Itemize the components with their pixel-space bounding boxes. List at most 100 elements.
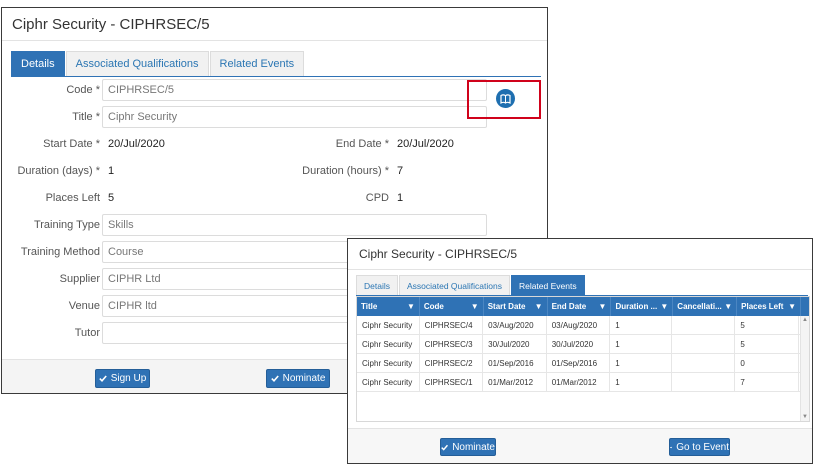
training-type-label: Training Type <box>33 219 100 231</box>
nominate-label: Nominate <box>282 373 326 384</box>
tab-related-events[interactable]: Related Events <box>209 51 305 76</box>
cell-places-left: 0 <box>735 354 799 372</box>
supplier-label: Supplier <box>59 273 100 285</box>
cell-places-left: 7 <box>735 373 799 391</box>
related-events-grid: Title ▼ Code ▼ Start Date ▼ End Date ▼ Durat… <box>356 296 810 422</box>
filter-icon[interactable]: ▼ <box>471 302 479 311</box>
column-header-title[interactable]: Title ▼ <box>357 297 420 316</box>
window-title: Ciphr Security - CIPHRSEC/5 <box>2 8 547 41</box>
filter-icon[interactable]: ▼ <box>599 302 607 311</box>
sign-up-button[interactable]: Sign Up <box>95 369 150 388</box>
training-method-label: Training Method <box>20 246 100 258</box>
check-icon <box>441 444 449 451</box>
end-date-label: End Date * <box>335 138 389 150</box>
cell-title: Ciphr Security <box>357 335 420 353</box>
cell-code: CIPHRSEC/2 <box>420 354 484 372</box>
cell-duration: 1 <box>610 373 672 391</box>
end-date-value: 20/Jul/2020 <box>397 138 454 150</box>
tab-bar: Details Associated Qualifications Relate… <box>11 51 305 76</box>
duration-days-value: 1 <box>108 165 115 177</box>
cell-places-left: 5 <box>735 316 799 334</box>
arrow-right-icon <box>670 446 673 448</box>
training-type-field[interactable]: Skills <box>102 214 487 236</box>
scroll-up-arrow-icon[interactable]: ▲ <box>802 317 808 323</box>
table-row[interactable]: Ciphr Security CIPHRSEC/1 01/Mar/2012 01… <box>357 373 809 392</box>
column-header-spacer <box>801 297 809 316</box>
cell-start-date: 03/Aug/2020 <box>483 316 547 334</box>
grid-header: Title ▼ Code ▼ Start Date ▼ End Date ▼ Durat… <box>357 297 809 316</box>
code-label: Code * <box>66 84 100 96</box>
venue-label: Venue <box>68 300 100 312</box>
highlight-box <box>467 80 541 119</box>
check-icon <box>98 375 107 382</box>
column-header-start-date[interactable]: Start Date ▼ <box>484 297 548 316</box>
cell-start-date: 30/Jul/2020 <box>483 335 547 353</box>
column-header-code[interactable]: Code ▼ <box>420 297 484 316</box>
cell-end-date: 01/Sep/2016 <box>547 354 611 372</box>
duration-hours-label: Duration (hours) * <box>302 165 389 177</box>
popup-footer: Nominate Go to Event <box>348 428 812 463</box>
places-left-value: 5 <box>108 192 115 204</box>
cell-end-date: 01/Mar/2012 <box>547 373 611 391</box>
table-row[interactable]: Ciphr Security CIPHRSEC/4 03/Aug/2020 03… <box>357 316 809 335</box>
filter-icon[interactable]: ▼ <box>407 302 415 311</box>
grid-scrollbar[interactable]: ▲ ▼ <box>800 316 809 421</box>
tab-details[interactable]: Details <box>11 51 65 76</box>
related-events-window: Ciphr Security - CIPHRSEC/5 Details Asso… <box>347 238 813 464</box>
cell-duration: 1 <box>610 316 672 334</box>
cpd-label: CPD <box>365 192 389 204</box>
popup-title: Ciphr Security - CIPHRSEC/5 <box>348 239 812 270</box>
cell-title: Ciphr Security <box>357 354 420 372</box>
cell-title: Ciphr Security <box>357 373 420 391</box>
table-row[interactable]: Ciphr Security CIPHRSEC/3 30/Jul/2020 30… <box>357 335 809 354</box>
popup-nominate-button[interactable]: Nominate <box>440 438 496 456</box>
filter-icon[interactable]: ▼ <box>788 302 796 311</box>
code-field[interactable]: CIPHRSEC/5 <box>102 79 487 101</box>
cell-duration: 1 <box>610 354 672 372</box>
cell-code: CIPHRSEC/3 <box>420 335 484 353</box>
tab-associated-qualifications[interactable]: Associated Qualifications <box>398 275 510 295</box>
cell-cancellation <box>672 335 736 353</box>
cell-title: Ciphr Security <box>357 316 420 334</box>
table-row[interactable]: Ciphr Security CIPHRSEC/2 01/Sep/2016 01… <box>357 354 809 373</box>
cell-end-date: 30/Jul/2020 <box>547 335 611 353</box>
nominate-button[interactable]: Nominate <box>266 369 330 388</box>
duration-days-label: Duration (days) * <box>17 165 100 177</box>
cell-code: CIPHRSEC/1 <box>420 373 484 391</box>
check-icon <box>270 375 279 382</box>
filter-icon[interactable]: ▼ <box>660 302 668 311</box>
filter-icon[interactable]: ▼ <box>535 302 543 311</box>
tutor-label: Tutor <box>74 327 100 339</box>
duration-hours-value: 7 <box>397 165 404 177</box>
tab-related-events[interactable]: Related Events <box>510 275 585 295</box>
start-date-value: 20/Jul/2020 <box>108 138 165 150</box>
cell-code: CIPHRSEC/4 <box>420 316 484 334</box>
sign-up-label: Sign Up <box>110 373 147 384</box>
column-header-end-date[interactable]: End Date ▼ <box>548 297 612 316</box>
popup-tab-bar: Details Associated Qualifications Relate… <box>356 275 586 295</box>
filter-icon[interactable]: ▼ <box>724 302 732 311</box>
tab-associated-qualifications[interactable]: Associated Qualifications <box>65 51 209 76</box>
cpd-value: 1 <box>397 192 404 204</box>
column-header-duration[interactable]: Duration ... ▼ <box>611 297 674 316</box>
cell-duration: 1 <box>610 335 672 353</box>
go-to-event-label: Go to Event <box>676 441 729 453</box>
cell-cancellation <box>672 373 736 391</box>
cell-cancellation <box>672 354 736 372</box>
go-to-event-button[interactable]: Go to Event <box>669 438 730 456</box>
cell-places-left: 5 <box>735 335 799 353</box>
cell-cancellation <box>672 316 736 334</box>
places-left-label: Places Left <box>45 192 100 204</box>
cell-start-date: 01/Mar/2012 <box>483 373 547 391</box>
tab-details[interactable]: Details <box>356 275 398 295</box>
popup-nominate-label: Nominate <box>452 441 495 453</box>
cell-start-date: 01/Sep/2016 <box>483 354 547 372</box>
scroll-down-arrow-icon[interactable]: ▼ <box>802 414 808 420</box>
start-date-label: Start Date * <box>43 138 100 150</box>
column-header-cancellation[interactable]: Cancellati... ▼ <box>673 297 738 316</box>
tab-underline <box>11 76 541 77</box>
column-header-places-left[interactable]: Places Left ▼ <box>737 297 802 316</box>
title-field[interactable]: Ciphr Security <box>102 106 487 128</box>
cell-end-date: 03/Aug/2020 <box>547 316 611 334</box>
title-label: Title * <box>72 111 100 123</box>
